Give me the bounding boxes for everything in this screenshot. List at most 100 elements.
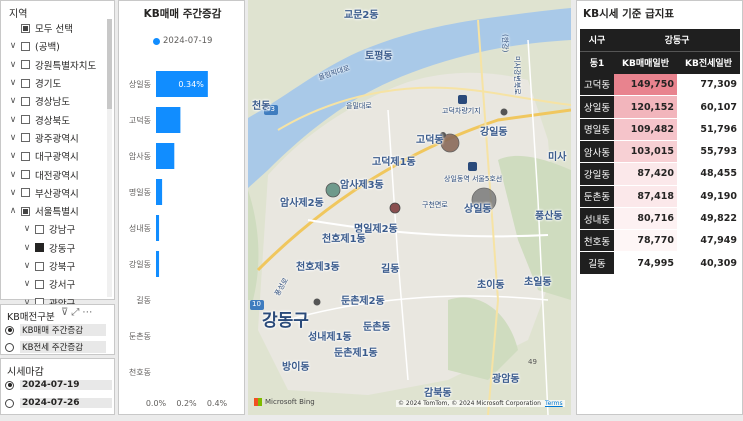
chevron-down-icon[interactable]: ∨ — [21, 261, 33, 271]
region-item[interactable]: ∨ 경상남도 — [7, 92, 105, 110]
filter-icon[interactable]: ⊽ — [61, 307, 71, 318]
checkbox[interactable] — [21, 115, 30, 125]
region-item[interactable]: 모두 선택 — [7, 19, 105, 37]
table-row[interactable]: 둔촌동 87,418 49,190 — [580, 185, 740, 208]
region-item[interactable]: ∨ 강동구 — [7, 239, 105, 257]
region-item[interactable]: ∨ 광주광역시 — [7, 129, 105, 147]
x-tick-label: 0.2% — [176, 399, 197, 408]
header-jeonse[interactable]: KB전세일반 — [677, 51, 740, 74]
radio-button[interactable] — [5, 325, 14, 335]
map-label: 천호제1동 — [322, 234, 366, 245]
kb-type-option-sale[interactable]: KB매매 주간증감 — [5, 323, 106, 337]
map-label: 구천면로 — [422, 201, 448, 209]
map-label: 풍산동 — [535, 211, 563, 222]
chevron-down-icon[interactable]: ∨ — [21, 279, 33, 289]
region-item[interactable]: ∨ 대전광역시 — [7, 165, 105, 183]
header-sale[interactable]: KB매매일반 — [614, 51, 677, 74]
checkbox[interactable] — [21, 41, 30, 51]
bubble-dunchon[interactable] — [313, 298, 321, 306]
table-row[interactable]: 성내동 80,716 49,822 — [580, 207, 740, 231]
more-icon[interactable]: ⋯ — [82, 307, 95, 318]
chevron-down-icon[interactable]: ∨ — [21, 224, 33, 234]
checkbox[interactable] — [21, 78, 30, 88]
region-scroll-thumb[interactable] — [107, 19, 112, 109]
region-item[interactable]: ∨ 경상북도 — [7, 110, 105, 128]
region-item[interactable]: ∨ 대구광역시 — [7, 147, 105, 165]
region-item[interactable]: ∨ 부산광역시 — [7, 184, 105, 202]
chevron-down-icon[interactable]: ∨ — [7, 188, 19, 198]
table-row[interactable]: 강일동 87,420 48,455 — [580, 162, 740, 186]
radio-button[interactable] — [5, 398, 14, 408]
region-item[interactable]: ∨ 강북구 — [7, 257, 105, 275]
x-tick-label: 0.4% — [207, 399, 228, 408]
region-item[interactable]: ∨ 경기도 — [7, 74, 105, 92]
region-item[interactable]: ∨ 강서구 — [7, 275, 105, 293]
chevron-down-icon[interactable]: ∨ — [7, 60, 19, 70]
region-item-label: 광주광역시 — [35, 133, 79, 145]
checkbox[interactable] — [21, 170, 30, 180]
bar[interactable] — [156, 107, 181, 133]
jeonse-cell: 51,796 — [677, 118, 740, 141]
chevron-down-icon[interactable]: ∨ — [7, 170, 19, 180]
map-label: 초이동 — [477, 280, 505, 291]
bubble-myeongil[interactable] — [389, 202, 401, 214]
chevron-down-icon[interactable]: ∨ — [21, 243, 33, 253]
checkbox[interactable] — [21, 60, 30, 70]
region-item-label: 대전광역시 — [35, 170, 79, 182]
region-item[interactable]: ∧ 서울특별시 — [7, 202, 105, 220]
region-item[interactable]: ∨ (공백) — [7, 37, 105, 55]
table-row[interactable]: 고덕동 149,750 77,309 — [580, 73, 740, 97]
bar[interactable] — [156, 215, 160, 241]
region-item[interactable]: ∨ 강원특별자치도 — [7, 56, 105, 74]
header-sigungu[interactable]: 시구 — [580, 29, 614, 52]
chevron-down-icon[interactable]: ∨ — [7, 151, 19, 161]
table-row[interactable]: 암사동 103,015 55,793 — [580, 140, 740, 164]
checkbox[interactable] — [35, 279, 44, 289]
table-row[interactable]: 길동 74,995 40,309 — [580, 251, 740, 275]
region-item[interactable]: ∨ 강남구 — [7, 220, 105, 238]
chevron-down-icon[interactable]: ∨ — [7, 133, 19, 143]
bubble-gangil[interactable] — [500, 108, 508, 116]
chevron-up-icon[interactable]: ∧ — [7, 206, 19, 216]
checkbox[interactable] — [21, 133, 30, 143]
table-row[interactable]: 상일동 120,152 60,107 — [580, 95, 740, 119]
category-label: 둔촌동 — [129, 332, 151, 341]
table-row[interactable]: 명일동 109,482 51,796 — [580, 118, 740, 141]
expand-icon[interactable]: ⤢ — [71, 307, 82, 318]
bar-chart-panel: KB매매 주간증감 2024-07-19 상일동 0.34% 고덕동 암사동 명일동 성내… — [118, 0, 245, 415]
bar[interactable] — [156, 179, 163, 205]
chevron-down-icon[interactable]: ∨ — [7, 115, 19, 125]
header-gu[interactable]: 강동구 — [614, 29, 740, 52]
header-dong[interactable]: 동1 — [580, 51, 614, 74]
jeonse-cell: 40,309 — [677, 251, 740, 275]
date-option-0719[interactable]: 2024-07-19 — [5, 378, 112, 392]
bar[interactable] — [156, 251, 160, 277]
bubble-amsa[interactable] — [325, 182, 341, 198]
dong-cell: 상일동 — [580, 95, 614, 119]
radio-button[interactable] — [5, 342, 14, 352]
checkbox[interactable] — [21, 206, 30, 216]
map-label: 방이동 — [282, 362, 310, 373]
dashboard: 지역 모두 선택 ∨ (공백) ∨ 강원특별자치도 ∨ 경기도 ∨ 경상남도 ∨ 경상북도 ∨ 광주광역… — [0, 0, 743, 421]
checkbox[interactable] — [21, 188, 30, 198]
chevron-down-icon[interactable]: ∨ — [7, 96, 19, 106]
chevron-down-icon[interactable]: ∨ — [7, 41, 19, 51]
jeonse-cell: 60,107 — [677, 95, 740, 119]
region-scrollbar[interactable] — [107, 19, 112, 297]
map-visual[interactable]: 교문2동 토평동 천동 을밀대로 고덕차량기지 고덕동 강일동 고덕제1동 미사 암사제3동 상일동… — [248, 0, 571, 415]
map-label: 둔촌제2동 — [341, 296, 385, 307]
checkbox[interactable] — [35, 224, 44, 234]
chevron-down-icon[interactable]: ∨ — [7, 78, 19, 88]
checkbox[interactable] — [21, 96, 30, 106]
bar[interactable] — [156, 143, 175, 169]
checkbox[interactable] — [21, 23, 30, 33]
date-option-0726[interactable]: 2024-07-26 — [5, 396, 112, 410]
kb-type-option-jeonse[interactable]: KB전세 주간증감 — [5, 340, 106, 354]
checkbox[interactable] — [35, 261, 44, 271]
table-row[interactable]: 천호동 78,770 47,949 — [580, 229, 740, 253]
checkbox[interactable] — [21, 151, 30, 161]
terms-link[interactable]: Terms — [545, 400, 563, 407]
map-label: 미사 — [548, 152, 567, 163]
radio-button[interactable] — [5, 380, 14, 390]
checkbox[interactable] — [35, 243, 44, 253]
